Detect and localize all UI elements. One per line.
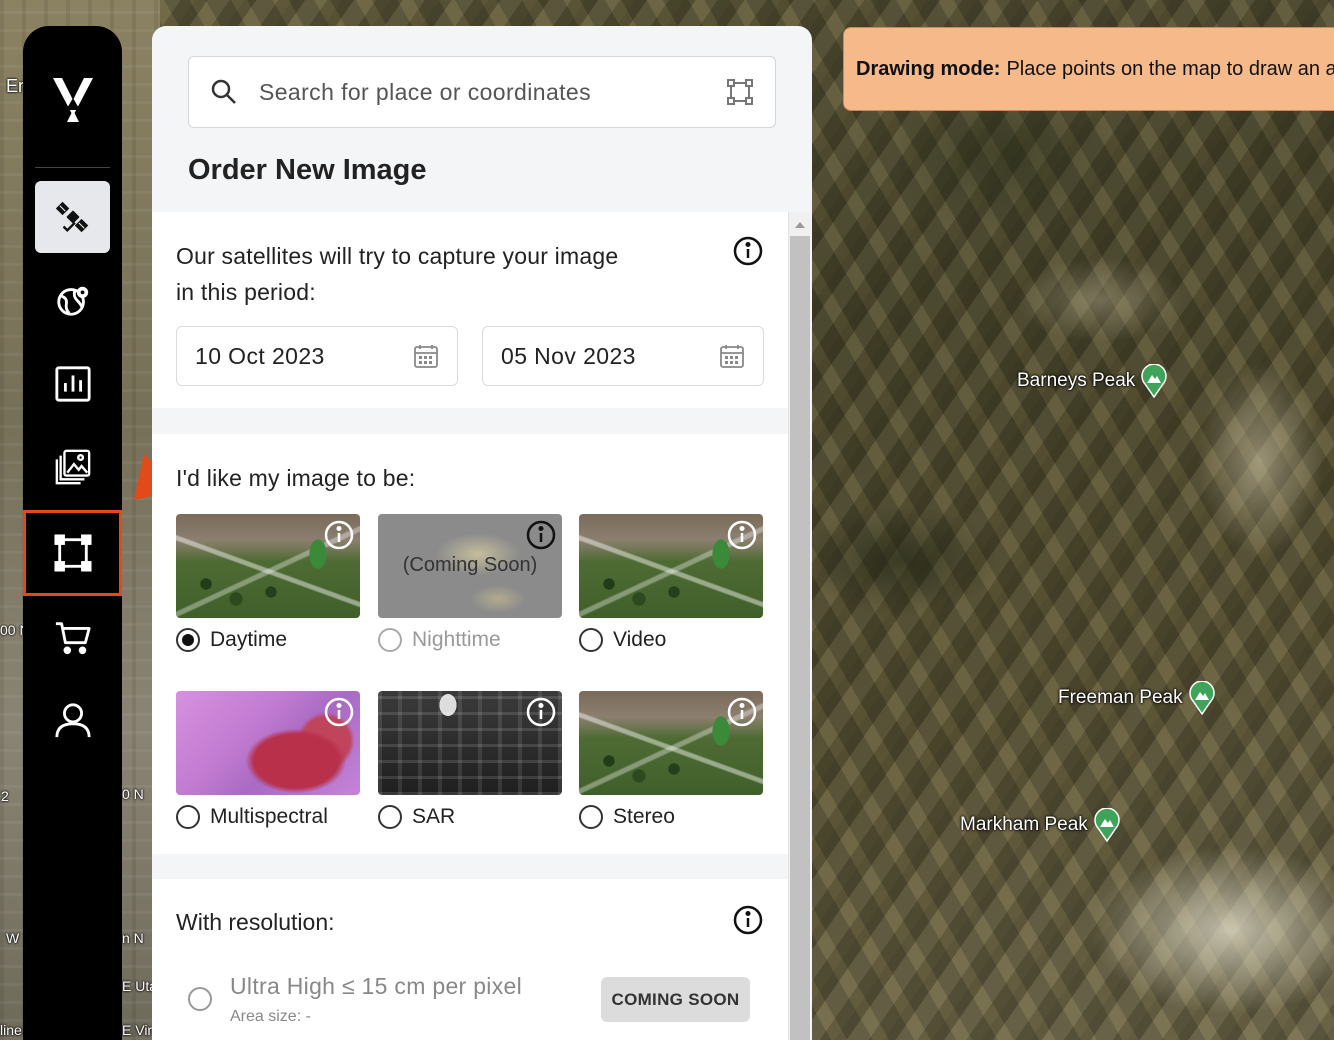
peak-pin-icon (1094, 808, 1120, 842)
nav-analytics[interactable] (35, 348, 110, 420)
panel-scrollbar[interactable] (788, 212, 810, 1040)
option-multispectral[interactable]: Multispectral (176, 691, 360, 829)
draw-area-icon (53, 534, 92, 572)
video-thumbnail (579, 514, 763, 618)
globe-pin-icon (56, 286, 88, 316)
daytime-thumbnail (176, 514, 360, 618)
option-video[interactable]: Video (579, 514, 763, 652)
satellite-icon (55, 201, 88, 233)
info-icon[interactable] (727, 697, 757, 727)
area-size-text: Area size: - (230, 1008, 311, 1025)
scroll-up-arrow-icon[interactable] (795, 222, 805, 228)
radio-button[interactable] (378, 805, 402, 829)
radio-button[interactable] (176, 628, 200, 652)
info-icon[interactable] (526, 697, 556, 727)
resolution-label: Ultra High ≤ 15 cm per pixel (230, 973, 523, 999)
peak-name: Freeman Peak (1058, 687, 1183, 708)
nav-order-imagery[interactable] (35, 181, 110, 253)
gallery-icon (55, 449, 90, 485)
map-edge-label: line (0, 1022, 22, 1038)
radio-button[interactable] (579, 805, 603, 829)
map-edge-label: 0 N (122, 786, 144, 802)
radio-button[interactable] (579, 628, 603, 652)
banner-text: Place points on the map to draw an area (1006, 57, 1334, 80)
map-edge-label: W (6, 930, 20, 946)
multispectral-thumbnail (176, 691, 360, 795)
start-date-field[interactable]: 10 Oct 2023 (176, 326, 458, 386)
end-date-value: 05 Nov 2023 (501, 342, 636, 369)
option-label: Video (613, 628, 667, 651)
info-icon[interactable] (727, 520, 757, 550)
map-peak-label[interactable]: Markham Peak (960, 808, 1120, 842)
coming-soon-badge: COMING SOON (601, 977, 750, 1022)
stereo-thumbnail (579, 691, 763, 795)
info-icon[interactable] (733, 236, 763, 266)
bar-chart-icon (54, 366, 91, 402)
coming-soon-overlay: (Coming Soon) (402, 554, 538, 576)
option-label: SAR (412, 805, 456, 828)
search-input[interactable] (259, 78, 727, 106)
info-icon[interactable] (526, 520, 556, 550)
period-text-line2: in this period: (176, 279, 316, 305)
peak-pin-icon (1141, 364, 1168, 398)
peak-name: Markham Peak (960, 814, 1088, 835)
map-edge-label: 2 (1, 788, 9, 804)
calendar-icon[interactable] (413, 343, 439, 369)
user-icon (54, 703, 91, 738)
sidebar (23, 26, 122, 1040)
drawing-mode-banner: Drawing mode: Place points on the map to… (843, 27, 1334, 111)
scroll-thumb[interactable] (790, 236, 810, 1040)
info-icon[interactable] (324, 520, 354, 550)
option-label: Nighttime (412, 628, 501, 651)
map-edge-label: E Vir (122, 1022, 153, 1038)
option-label: Multispectral (210, 805, 328, 828)
period-card: Our satellites will try to capture your … (152, 212, 788, 408)
nav-explore[interactable] (35, 264, 110, 336)
option-label: Stereo (613, 805, 675, 828)
option-sar[interactable]: SAR (378, 691, 562, 829)
radio-button[interactable] (378, 628, 402, 652)
peak-name: Barneys Peak (1017, 370, 1136, 391)
nav-account[interactable] (35, 684, 110, 756)
map-peak-label[interactable]: Freeman Peak (1058, 681, 1215, 715)
sar-thumbnail (378, 691, 562, 795)
nav-cart[interactable] (35, 601, 110, 673)
resolution-option-ultra-high[interactable]: Ultra High ≤ 15 cm per pixel Area size: … (188, 973, 522, 1026)
nav-gallery[interactable] (35, 431, 110, 503)
radio-button[interactable] (176, 805, 200, 829)
resolution-heading: With resolution: (176, 909, 335, 935)
peak-pin-icon (1188, 681, 1215, 715)
radio-button[interactable] (188, 987, 212, 1011)
map-edge-label: n N (122, 930, 144, 946)
info-icon[interactable] (324, 697, 354, 727)
image-type-heading: I'd like my image to be: (176, 465, 416, 491)
panel-scroll-area[interactable]: Our satellites will try to capture your … (152, 212, 788, 1040)
resolution-card: With resolution: Ultra High ≤ 15 cm per … (152, 879, 788, 1040)
order-panel: Order New Image Our satellites will try … (152, 26, 812, 1040)
page-title: Order New Image (188, 154, 427, 186)
nav-draw-area[interactable] (23, 510, 122, 596)
sidebar-divider (35, 167, 110, 168)
option-daytime[interactable]: Daytime (176, 514, 360, 652)
image-type-card: I'd like my image to be: Daytime (Coming… (152, 434, 788, 854)
start-date-value: 10 Oct 2023 (195, 342, 325, 369)
map-edge-label: Er (6, 76, 24, 96)
option-nighttime[interactable]: (Coming Soon) Nighttime (378, 514, 562, 652)
cart-icon (55, 622, 91, 655)
info-icon[interactable] (733, 905, 763, 935)
map-peak-label[interactable]: Barneys Peak (1017, 364, 1168, 398)
option-stereo[interactable]: Stereo (579, 691, 763, 829)
period-text-line1: Our satellites will try to capture your … (176, 243, 619, 269)
draw-area-icon[interactable] (727, 79, 753, 105)
v-logo-icon[interactable] (50, 76, 96, 122)
search-box[interactable] (188, 56, 776, 128)
end-date-field[interactable]: 05 Nov 2023 (482, 326, 764, 386)
nighttime-thumbnail: (Coming Soon) (378, 514, 562, 618)
search-icon (211, 79, 236, 104)
banner-bold: Drawing mode: (856, 57, 1001, 80)
calendar-icon[interactable] (719, 343, 745, 369)
option-label: Daytime (210, 628, 288, 651)
